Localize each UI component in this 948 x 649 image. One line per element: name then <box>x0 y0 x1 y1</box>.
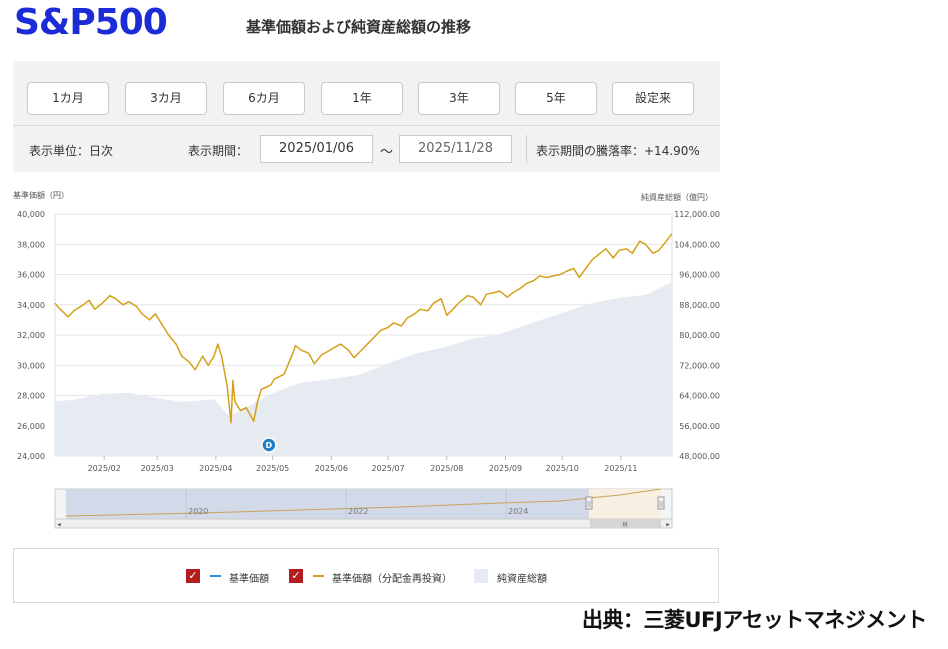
x-tick-label: 2025/05 <box>256 464 289 473</box>
nav-chart: 基準価額（円） 純資産総額（億円） D 40,000 38,000 36,000 34… <box>13 190 720 529</box>
right-tick-label: 80,000.00 <box>679 331 720 340</box>
navigator-right-handle-grip: || <box>659 501 663 508</box>
legend-item-nav-reinvested[interactable]: ✓ 基準価額（分配金再投資） <box>289 569 464 585</box>
right-tick-label: 112,000.00 <box>674 210 720 219</box>
navigator-unselected-region <box>589 489 661 519</box>
left-tick-label: 32,000 <box>17 331 45 340</box>
panel-divider <box>13 125 720 126</box>
date-range-separator: 〜 <box>380 145 394 160</box>
chart-legend: ✓ 基準価額 ✓ 基準価額（分配金再投資） 純資産総額 <box>13 548 719 603</box>
x-tick-label: 2025/07 <box>371 464 404 473</box>
brand-title: S&P500 <box>14 2 168 43</box>
range-navigator[interactable]: 2020 2022 2024 || || <box>54 488 673 520</box>
left-tick-label: 26,000 <box>17 422 45 431</box>
legend-checkbox[interactable]: ✓ <box>289 569 303 583</box>
legend-item-nav[interactable]: ✓ 基準価額 <box>186 569 296 585</box>
left-axis-label: 基準価額（円） <box>13 190 69 200</box>
legend-label: 基準価額（分配金再投資） <box>332 574 452 585</box>
x-tick-label: 2025/06 <box>315 464 348 473</box>
left-tick-label: 30,000 <box>17 361 45 370</box>
left-axis-ticks: 40,000 38,000 36,000 34,000 32,000 30,000 28,0… <box>17 210 45 461</box>
range-button-1y[interactable]: 1年 <box>321 82 403 115</box>
x-tick-label: 2025/08 <box>430 464 463 473</box>
dividend-marker-label: D <box>266 441 273 450</box>
navigator-year-label: 2020 <box>188 507 208 516</box>
navigator-left-handle-grip: || <box>587 501 591 508</box>
date-to-field[interactable]: 2025/11/28 <box>399 135 512 163</box>
range-button-6m[interactable]: 6カ月 <box>223 82 305 115</box>
legend-line-swatch <box>210 575 221 577</box>
left-tick-label: 24,000 <box>17 452 45 461</box>
controls-divider <box>526 135 527 163</box>
x-tick-label: 2025/02 <box>88 464 121 473</box>
right-tick-label: 48,000.00 <box>679 452 720 461</box>
navigator-scrollbar[interactable]: III ◂ ▸ <box>54 518 673 529</box>
x-tick-label: 2025/10 <box>546 464 579 473</box>
left-tick-label: 34,000 <box>17 301 45 310</box>
right-axis-ticks: 112,000.00 104,000.00 96,000.00 88,000.00 80… <box>674 210 720 461</box>
source-credit: 出典：三菱UFJアセットマネジメント <box>582 608 927 632</box>
left-tick-label: 28,000 <box>17 392 45 401</box>
controls-panel: 1カ月 3カ月 6カ月 1年 3年 5年 設定来 表示単位：日次 表示期間： 2… <box>13 61 720 172</box>
x-tick-label: 2025/11 <box>604 464 637 473</box>
display-unit: 表示単位：日次 <box>29 144 114 158</box>
period-change-rate: 表示期間の騰落率：+14.90% <box>536 144 700 158</box>
left-tick-label: 40,000 <box>17 210 45 219</box>
x-tick-label: 2025/03 <box>141 464 174 473</box>
scrollbar-grip: III <box>622 522 628 529</box>
navigator-year-label: 2022 <box>348 507 368 516</box>
range-button-3y[interactable]: 3年 <box>418 82 500 115</box>
range-button-since-inception[interactable]: 設定来 <box>612 82 694 115</box>
dividend-marker[interactable]: D <box>261 437 277 453</box>
right-tick-label: 88,000.00 <box>679 301 720 310</box>
right-tick-label: 104,000.00 <box>674 240 720 249</box>
range-button-1m[interactable]: 1カ月 <box>27 82 109 115</box>
legend-area-swatch <box>474 569 488 583</box>
page-title: 基準価額および純資産総額の推移 <box>246 18 472 36</box>
scroll-right-arrow-icon[interactable]: ▸ <box>666 521 670 529</box>
period-label: 表示期間： <box>188 144 249 158</box>
date-from-field[interactable]: 2025/01/06 <box>260 135 373 163</box>
left-tick-label: 38,000 <box>17 240 45 249</box>
legend-line-swatch <box>313 575 324 577</box>
left-tick-label: 36,000 <box>17 271 45 280</box>
legend-item-net-assets[interactable]: 純資産総額 <box>474 569 574 585</box>
legend-label: 純資産総額 <box>497 574 547 585</box>
x-tick-label: 2025/09 <box>489 464 522 473</box>
right-axis-label: 純資産総額（億円） <box>641 192 713 202</box>
range-button-5y[interactable]: 5年 <box>515 82 597 115</box>
right-tick-label: 56,000.00 <box>679 422 720 431</box>
x-axis-ticks: 2025/02 2025/03 2025/04 2025/05 2025/06 2025/… <box>88 456 638 473</box>
x-tick-label: 2025/04 <box>199 464 232 473</box>
right-tick-label: 64,000.00 <box>679 392 720 401</box>
scroll-left-arrow-icon[interactable]: ◂ <box>57 521 61 529</box>
legend-label: 基準価額 <box>229 574 269 585</box>
scrollbar-track[interactable] <box>54 518 673 529</box>
right-tick-label: 96,000.00 <box>679 271 720 280</box>
right-tick-label: 72,000.00 <box>679 361 720 370</box>
navigator-year-label: 2024 <box>508 507 528 516</box>
legend-checkbox[interactable]: ✓ <box>186 569 200 583</box>
range-button-3m[interactable]: 3カ月 <box>125 82 207 115</box>
